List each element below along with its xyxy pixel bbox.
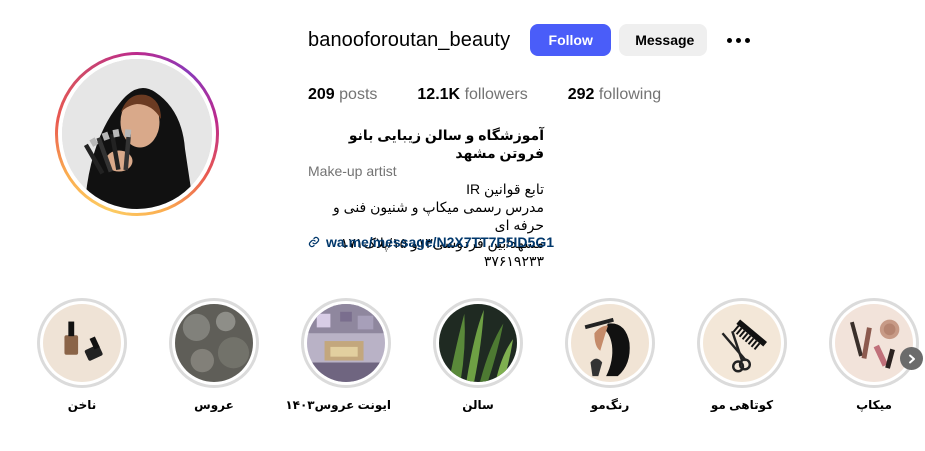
highlight-salon[interactable]: سالن <box>433 298 523 412</box>
highlight-cover <box>439 304 517 382</box>
bio-link-text: wa.me/message/N2X7TT7P5ID5G1 <box>326 234 555 250</box>
highlight-bride[interactable]: عروس <box>169 298 259 412</box>
highlight-label: کوتاهی مو <box>710 398 774 412</box>
following-label: following <box>598 86 662 103</box>
highlight-label: میکاپ <box>856 398 892 412</box>
link-icon <box>308 236 320 248</box>
more-dot <box>736 37 742 43</box>
highlight-ring <box>433 298 523 388</box>
highlight-cover <box>43 304 121 382</box>
username: banooforoutan_beauty <box>308 28 511 51</box>
highlights-next-button[interactable] <box>900 347 923 370</box>
posts-count: 209 <box>308 86 335 103</box>
highlight-haircut[interactable]: کوتاهی مو <box>697 298 787 412</box>
highlight-ring-inner <box>304 301 388 385</box>
following-stat[interactable]: 292 following <box>568 86 661 104</box>
highlight-label: رنگ‌مو <box>590 398 630 412</box>
highlight-ring <box>37 298 127 388</box>
salon-plant-photo <box>439 304 517 382</box>
highlight-ring <box>565 298 655 388</box>
bio-line: تابع قوانین IR <box>466 181 544 197</box>
highlight-label: عروس <box>194 398 234 412</box>
highlight-cover <box>835 304 913 382</box>
avatar-photo <box>62 59 212 209</box>
highlight-ring-inner <box>436 301 520 385</box>
following-count: 292 <box>567 86 595 103</box>
bio-name: آموزشگاه و سالن زیبایی بانو فروتن مشهد <box>348 127 544 161</box>
highlight-bridal-event[interactable]: ایونت عروس۱۴۰۳ <box>285 298 391 412</box>
more-dot <box>727 37 733 43</box>
highlight-ring-inner <box>172 301 256 385</box>
highlight-cover <box>571 304 649 382</box>
highlight-ring-inner <box>40 301 124 385</box>
highlight-ring <box>829 298 919 388</box>
highlight-ring <box>301 298 391 388</box>
more-horizontal-icon[interactable] <box>721 34 756 47</box>
bokeh-photo <box>175 304 253 382</box>
follow-button[interactable]: Follow <box>530 24 612 56</box>
highlight-ring-inner <box>568 301 652 385</box>
highlight-label: ناخن <box>67 398 97 412</box>
posts-stat: 209 posts <box>308 86 377 104</box>
avatar-gap <box>58 55 216 213</box>
bio-category: Make-up artist <box>308 163 397 179</box>
highlight-nails[interactable]: ناخن <box>37 298 127 412</box>
highlight-ring-inner <box>700 301 784 385</box>
more-dot <box>745 37 751 43</box>
profile-stats: 209 posts 12.1K followers 292 following <box>308 86 701 104</box>
followers-stat[interactable]: 12.1K followers <box>417 86 527 104</box>
highlight-ring <box>169 298 259 388</box>
followers-count: 12.1K <box>417 86 461 103</box>
highlight-hair-color[interactable]: رنگ‌مو <box>565 298 655 412</box>
makeup-icon <box>835 304 913 382</box>
message-button[interactable]: Message <box>619 24 708 56</box>
followers-label: followers <box>464 86 528 103</box>
profile-avatar-ring[interactable] <box>55 52 219 216</box>
event-photo <box>307 304 385 382</box>
comb-scissors-icon <box>703 304 781 382</box>
highlight-cover <box>307 304 385 382</box>
highlight-cover <box>175 304 253 382</box>
chevron-right-icon <box>908 354 915 363</box>
highlight-label: سالن <box>462 398 494 412</box>
bio-line: ۳۷۶۱۹۲۳۳ <box>483 253 544 269</box>
profile-header: banooforoutan_beauty Follow Message <box>308 24 756 56</box>
posts-label: posts <box>339 86 378 103</box>
bio-line: مدرس رسمی میکاپ و شنیون فنی و حرفه ای <box>333 199 544 233</box>
hair-dye-icon <box>571 304 649 382</box>
highlight-ring-inner <box>832 301 916 385</box>
nail-polish-icon <box>43 304 121 382</box>
highlight-cover <box>703 304 781 382</box>
profile-avatar[interactable] <box>62 59 212 209</box>
highlight-label: ایونت عروس۱۴۰۳ <box>285 398 391 412</box>
highlight-ring <box>697 298 787 388</box>
bio-link[interactable]: wa.me/message/N2X7TT7P5ID5G1 <box>308 234 554 250</box>
